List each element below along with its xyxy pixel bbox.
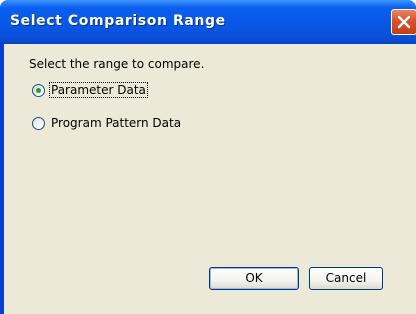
radio-button[interactable]	[32, 116, 45, 130]
close-icon	[397, 15, 411, 29]
radio-program-pattern-data[interactable]: Program Pattern Data	[32, 114, 182, 132]
cancel-button[interactable]: Cancel	[309, 267, 383, 290]
radio-button-checked[interactable]	[32, 83, 45, 97]
radio-label-program-pattern-data[interactable]: Program Pattern Data	[50, 116, 182, 130]
radio-label-parameter-data[interactable]: Parameter Data	[49, 82, 148, 98]
title-bar[interactable]: Select Comparison Range	[0, 0, 416, 44]
dialog-window: Select Comparison Range Select the range…	[0, 0, 416, 314]
prompt-text: Select the range to compare.	[29, 57, 205, 71]
ok-button[interactable]: OK	[209, 267, 299, 290]
radio-parameter-data[interactable]: Parameter Data	[32, 81, 148, 99]
window-title: Select Comparison Range	[10, 13, 226, 29]
close-button[interactable]	[391, 9, 416, 35]
